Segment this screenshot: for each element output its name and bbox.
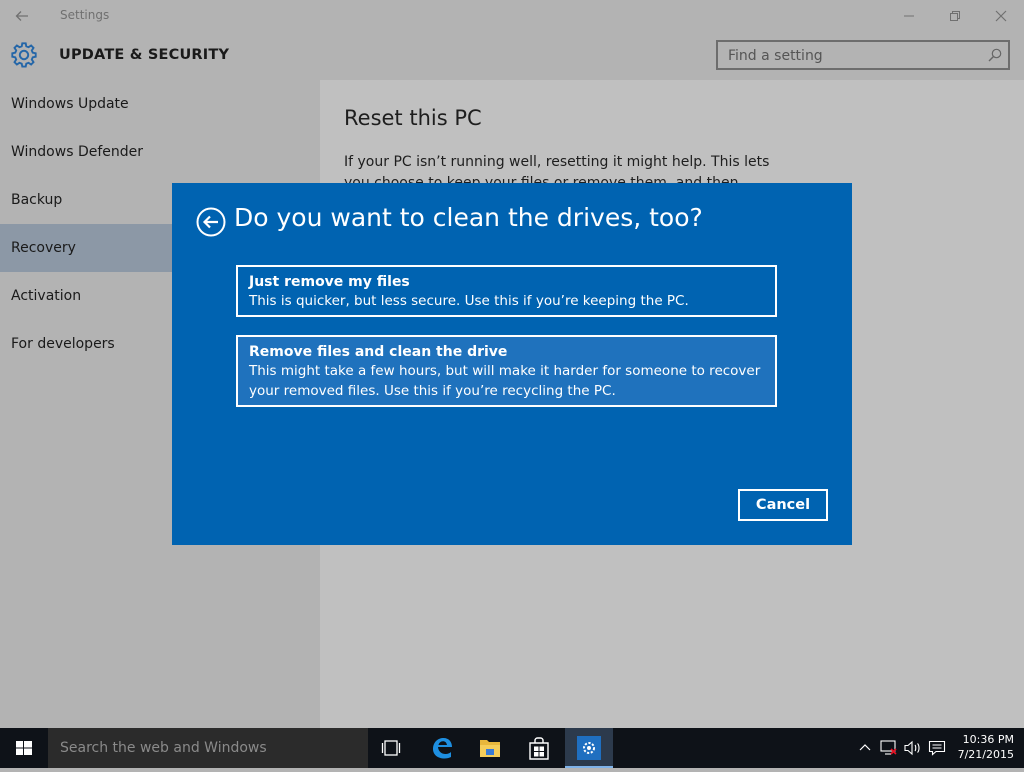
volume-icon (904, 740, 920, 755)
cancel-button[interactable]: Cancel (738, 489, 828, 521)
option-description: This might take a few hours, but will ma… (249, 363, 761, 399)
taskbar-search-box[interactable]: Search the web and Windows (48, 728, 368, 768)
back-button[interactable] (10, 4, 34, 28)
windows-logo-icon (16, 741, 32, 755)
option-remove-and-clean-drive[interactable]: Remove files and clean the drive This mi… (236, 335, 777, 407)
start-button[interactable] (0, 728, 48, 768)
volume-button[interactable] (902, 728, 924, 768)
taskbar-search-placeholder: Search the web and Windows (60, 740, 267, 756)
show-hidden-icons-button[interactable] (852, 728, 878, 768)
clean-drives-dialog: Do you want to clean the drives, too? Ju… (172, 183, 852, 545)
app-title: Settings (60, 8, 110, 22)
store-icon (529, 737, 549, 760)
section-title: Reset this PC (344, 106, 482, 130)
sidebar-item-windows-update[interactable]: Windows Update (0, 80, 320, 128)
search-icon[interactable] (988, 48, 1002, 62)
file-explorer-button[interactable] (466, 728, 514, 768)
title-bar: Settings (0, 0, 1024, 32)
settings-icon (577, 736, 601, 760)
sidebar-item-windows-defender[interactable]: Windows Defender (0, 128, 320, 176)
store-button[interactable] (515, 728, 563, 768)
clock-date: 7/21/2015 (957, 748, 1014, 761)
taskbar: Search the web and Windows 10:36 PM 7/21… (0, 728, 1024, 768)
restore-icon (950, 11, 960, 21)
network-disconnected-icon (880, 739, 897, 755)
chevron-up-icon (859, 743, 871, 750)
settings-search-box[interactable] (716, 40, 1010, 70)
option-just-remove-files[interactable]: Just remove my files This is quicker, bu… (236, 265, 777, 317)
action-center-button[interactable] (926, 728, 948, 768)
action-center-icon (928, 740, 946, 756)
option-title: Remove files and clean the drive (249, 344, 508, 360)
settings-search-input[interactable] (728, 46, 978, 66)
option-title: Just remove my files (249, 274, 410, 290)
clock-time: 10:36 PM (962, 733, 1014, 746)
close-icon (995, 10, 1007, 22)
network-status-button[interactable] (878, 728, 900, 768)
edge-button[interactable] (418, 728, 466, 768)
minimize-icon (904, 15, 914, 17)
settings-taskbar-button[interactable] (565, 728, 613, 768)
edge-icon (433, 738, 452, 759)
maximize-button[interactable] (932, 0, 978, 32)
file-explorer-icon (480, 740, 500, 757)
task-view-icon (381, 740, 401, 756)
arrow-left-icon (15, 11, 28, 21)
taskbar-clock[interactable]: 10:36 PM 7/21/2015 (950, 732, 1014, 762)
page-header: UPDATE & SECURITY (0, 32, 1024, 80)
option-description: This is quicker, but less secure. Use th… (249, 293, 689, 309)
page-title: UPDATE & SECURITY (59, 47, 230, 63)
minimize-button[interactable] (886, 0, 932, 32)
task-view-button[interactable] (368, 728, 416, 768)
dialog-title: Do you want to clean the drives, too? (234, 203, 703, 232)
gear-icon (11, 42, 37, 68)
circle-arrow-left-icon[interactable] (196, 207, 226, 237)
close-button[interactable] (978, 0, 1024, 32)
